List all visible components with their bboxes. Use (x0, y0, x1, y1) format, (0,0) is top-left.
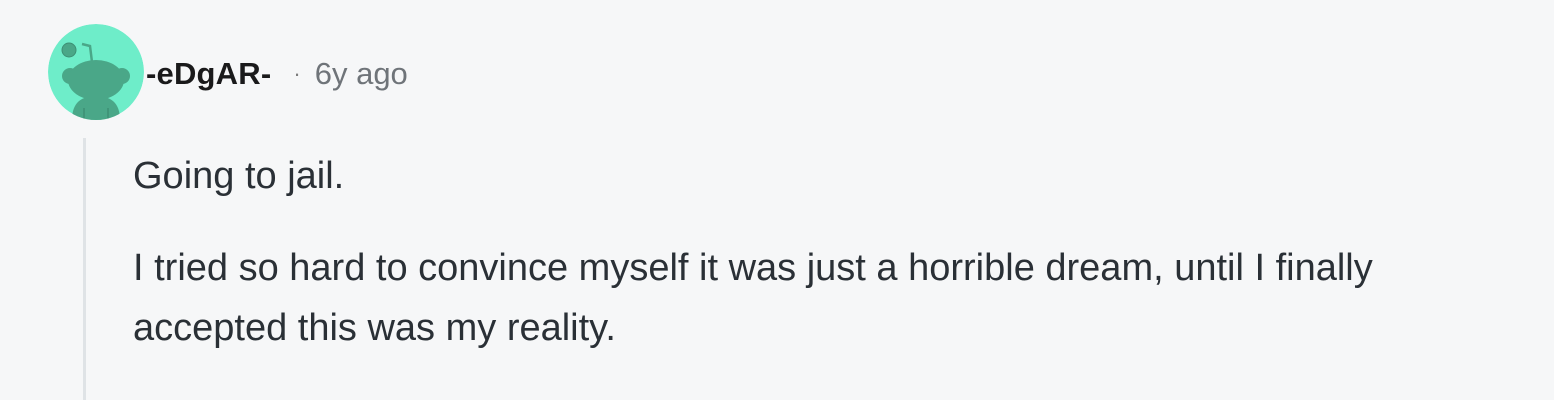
comment-body: Going to jail. I tried so hard to convin… (133, 146, 1493, 358)
comment: -eDgAR- · 6y ago Going to jail. I tried … (0, 0, 1554, 400)
avatar[interactable] (48, 24, 144, 120)
separator-dot: · (293, 61, 301, 86)
comment-paragraph: I tried so hard to convince myself it wa… (133, 247, 1373, 349)
timestamp[interactable]: 6y ago (315, 56, 408, 92)
thread-collapse-line[interactable] (83, 138, 86, 400)
comment-header: -eDgAR- · 6y ago (146, 52, 408, 96)
comment-paragraph: Going to jail. (133, 155, 345, 197)
username-link[interactable]: -eDgAR- (146, 56, 271, 92)
reddit-snoo-avatar-icon (48, 24, 144, 120)
